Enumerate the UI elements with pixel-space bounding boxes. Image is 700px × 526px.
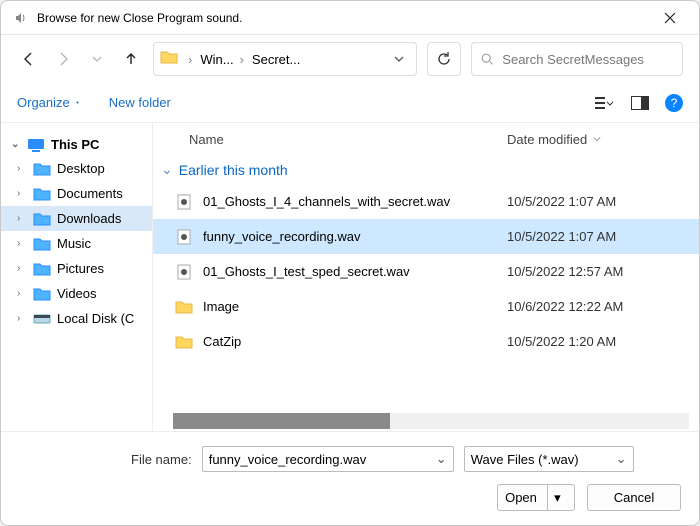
folder-icon [175, 333, 193, 351]
preview-pane-button[interactable] [629, 92, 651, 114]
chevron-down-icon[interactable]: ⌄ [11, 139, 21, 150]
search-input[interactable] [500, 51, 674, 68]
chevron-down-icon: ⌄ [161, 161, 173, 178]
sidebar-item-music[interactable]: › Music [1, 231, 152, 256]
file-name: funny_voice_recording.wav [203, 229, 507, 244]
file-date: 10/6/2022 12:22 AM [507, 299, 699, 314]
file-name-label: File name: [131, 452, 192, 467]
sidebar-item-label: Pictures [57, 261, 104, 276]
file-type-filter[interactable]: Wave Files (*.wav) ⌄ [464, 446, 634, 472]
column-headers[interactable]: Name Date modified [153, 123, 699, 155]
breadcrumb[interactable]: › Win...› Secret... [153, 42, 417, 76]
sidebar: ⌄ This PC › Desktop › Documents › Downloads › M… [1, 123, 153, 431]
refresh-button[interactable] [427, 42, 461, 76]
chevron-right-icon[interactable]: › [17, 313, 27, 324]
chevron-right-icon: › [236, 52, 248, 67]
path-dropdown[interactable] [388, 50, 410, 68]
toolbar: Organize New folder ? [1, 83, 699, 123]
footer: File name: funny_voice_recording.wav ⌄ W… [1, 431, 699, 525]
file-list: Name Date modified ⌄ Earlier this month … [153, 123, 699, 431]
scrollbar-thumb[interactable] [173, 413, 390, 429]
titlebar: Browse for new Close Program sound. [1, 1, 699, 35]
window-title: Browse for new Close Program sound. [37, 11, 651, 25]
sidebar-item-pictures[interactable]: › Pictures [1, 256, 152, 281]
folder-row[interactable]: Image10/6/2022 12:22 AM [153, 289, 699, 324]
chevron-right-icon[interactable]: › [17, 288, 27, 299]
file-name: CatZip [203, 334, 507, 349]
file-name: Image [203, 299, 507, 314]
help-button[interactable]: ? [665, 94, 683, 112]
audio-file-icon [175, 228, 193, 246]
sidebar-root-this-pc[interactable]: ⌄ This PC [1, 133, 152, 156]
sidebar-item-desktop[interactable]: › Desktop [1, 156, 152, 181]
body: ⌄ This PC › Desktop › Documents › Downloads › M… [1, 123, 699, 431]
view-options-button[interactable] [593, 92, 615, 114]
folder-row[interactable]: CatZip10/5/2022 1:20 AM [153, 324, 699, 359]
file-date: 10/5/2022 12:57 AM [507, 264, 699, 279]
file-row[interactable]: 01_Ghosts_I_test_sped_secret.wav10/5/202… [153, 254, 699, 289]
chevron-right-icon[interactable]: › [17, 188, 27, 199]
file-date: 10/5/2022 1:07 AM [507, 229, 699, 244]
cancel-button[interactable]: Cancel [587, 484, 681, 511]
chevron-right-icon[interactable]: › [17, 238, 27, 249]
file-name: 01_Ghosts_I_test_sped_secret.wav [203, 264, 507, 279]
new-folder-button[interactable]: New folder [109, 95, 171, 110]
organize-menu[interactable]: Organize [17, 95, 81, 110]
sidebar-item-downloads[interactable]: › Downloads [1, 206, 152, 231]
folder-icon [160, 50, 178, 68]
forward-button[interactable] [51, 47, 75, 71]
audio-file-icon [175, 263, 193, 281]
file-open-dialog: Browse for new Close Program sound. › Wi… [0, 0, 700, 526]
open-dropdown[interactable]: ▾ [547, 485, 567, 510]
file-row[interactable]: 01_Ghosts_I_4_channels_with_secret.wav10… [153, 184, 699, 219]
folder-icon [175, 298, 193, 316]
group-header[interactable]: ⌄ Earlier this month [153, 155, 699, 184]
pc-icon [27, 138, 45, 152]
close-button[interactable] [651, 4, 689, 31]
file-name-combo[interactable]: funny_voice_recording.wav ⌄ [202, 446, 454, 472]
sidebar-item-label: Documents [57, 186, 123, 201]
file-row[interactable]: funny_voice_recording.wav10/5/2022 1:07 … [153, 219, 699, 254]
chevron-down-icon [593, 135, 601, 143]
horizontal-scrollbar[interactable] [173, 413, 689, 429]
breadcrumb-segment[interactable]: Win...› [200, 52, 248, 67]
open-button[interactable]: Open ▾ [497, 484, 575, 511]
recent-dropdown[interactable] [85, 47, 109, 71]
chevron-right-icon: › [184, 52, 196, 67]
search-box[interactable] [471, 42, 683, 76]
sidebar-item-label: Downloads [57, 211, 121, 226]
audio-file-icon [175, 193, 193, 211]
sidebar-item-label: Videos [57, 286, 97, 301]
back-button[interactable] [17, 47, 41, 71]
file-date: 10/5/2022 1:07 AM [507, 194, 699, 209]
sidebar-item-videos[interactable]: › Videos [1, 281, 152, 306]
file-name: 01_Ghosts_I_4_channels_with_secret.wav [203, 194, 507, 209]
navbar: › Win...› Secret... [1, 35, 699, 83]
speaker-icon [13, 10, 29, 26]
sidebar-item-label: Desktop [57, 161, 105, 176]
chevron-right-icon[interactable]: › [17, 213, 27, 224]
up-button[interactable] [119, 47, 143, 71]
breadcrumb-segment[interactable]: Secret... [252, 52, 300, 67]
sidebar-item-label: Music [57, 236, 91, 251]
chevron-down-icon[interactable]: ⌄ [610, 451, 627, 467]
column-name[interactable]: Name [189, 132, 507, 147]
sidebar-item-label: Local Disk (C [57, 311, 134, 326]
sidebar-item-documents[interactable]: › Documents [1, 181, 152, 206]
chevron-right-icon[interactable]: › [17, 163, 27, 174]
column-date-modified[interactable]: Date modified [507, 132, 699, 147]
chevron-down-icon[interactable]: ⌄ [430, 451, 447, 467]
file-date: 10/5/2022 1:20 AM [507, 334, 699, 349]
sidebar-item-local-disk-c[interactable]: › Local Disk (C [1, 306, 152, 331]
chevron-right-icon[interactable]: › [17, 263, 27, 274]
